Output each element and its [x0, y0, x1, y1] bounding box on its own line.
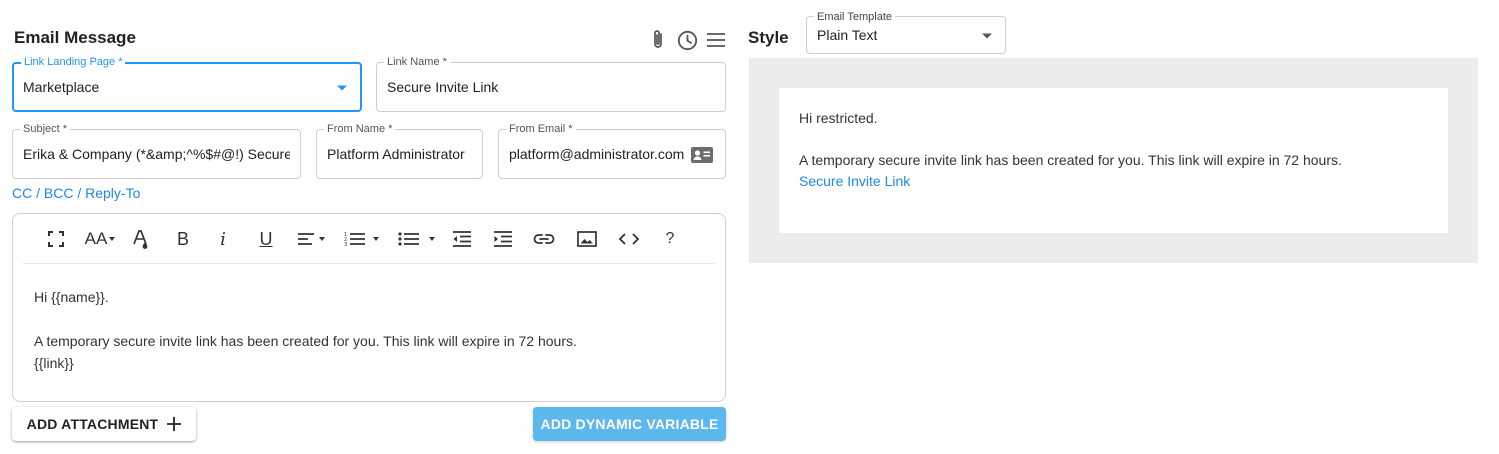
from-name-field[interactable]: From Name * Platform Administrator	[316, 123, 483, 179]
help-button[interactable]: ?	[663, 226, 677, 252]
from-email-label: From Email *	[506, 123, 576, 135]
font-size-button[interactable]: AA	[83, 226, 117, 252]
from-name-value: Platform Administrator	[327, 146, 465, 162]
from-email-value: platform@administrator.com	[509, 146, 685, 162]
subject-label: Subject *	[20, 123, 71, 135]
link-landing-page-value: Marketplace	[23, 79, 100, 95]
ordered-list-button[interactable]: 123	[341, 226, 381, 252]
add-dynamic-variable-button[interactable]: ADD DYNAMIC VARIABLE	[533, 407, 726, 441]
caret-down-icon	[372, 237, 379, 241]
email-message-title: Email Message	[14, 28, 136, 47]
cc-bcc-reply-to-link[interactable]: CC / BCC / Reply-To	[12, 185, 140, 201]
email-template-label: Email Template	[814, 11, 895, 23]
subject-value: Erika & Company (*&amp;^%$#@!) Secure I	[23, 146, 290, 162]
link-landing-page-select[interactable]: Link Landing Page * Marketplace	[12, 56, 362, 112]
bold-button[interactable]: B	[173, 226, 193, 252]
align-button[interactable]	[295, 226, 327, 252]
underline-button[interactable]: U	[256, 226, 276, 252]
caret-down-icon	[428, 237, 435, 241]
editor-line: Hi {{name}}.	[34, 289, 109, 305]
from-email-field[interactable]: From Email * platform@administrator.com	[498, 123, 726, 179]
image-icon[interactable]	[576, 226, 598, 252]
plus-icon	[167, 417, 182, 431]
chevron-down-icon	[337, 85, 347, 91]
svg-text:3: 3	[344, 242, 347, 247]
editor-line: A temporary secure invite link has been …	[34, 333, 577, 349]
from-name-label: From Name *	[324, 123, 396, 135]
style-title: Style	[748, 28, 789, 47]
italic-button[interactable]: i	[215, 226, 231, 252]
text-color-icon[interactable]	[131, 226, 151, 252]
contact-card-icon[interactable]	[691, 147, 713, 163]
preview-invite-link[interactable]: Secure Invite Link	[799, 173, 910, 189]
editor-content[interactable]: Hi {{name}}. A temporary secure invite l…	[34, 286, 577, 374]
menu-icon[interactable]	[706, 32, 726, 48]
editor-toolbar: AA B i U 123 ?	[23, 214, 715, 264]
clock-icon[interactable]	[677, 30, 698, 51]
preview-message: A temporary secure invite link has been …	[799, 152, 1342, 168]
add-attachment-button[interactable]: ADD ATTACHMENT	[12, 407, 196, 441]
email-preview-card: Hi restricted. A temporary secure invite…	[779, 88, 1448, 233]
indent-icon[interactable]	[492, 226, 514, 252]
add-attachment-label: ADD ATTACHMENT	[26, 416, 159, 432]
paperclip-icon[interactable]	[649, 29, 667, 51]
link-icon[interactable]	[533, 226, 555, 252]
fullscreen-icon[interactable]	[47, 226, 65, 252]
code-view-icon[interactable]	[617, 226, 641, 252]
font-size-label: AA	[84, 229, 108, 248]
email-template-select[interactable]: Email Template Plain Text	[806, 11, 1006, 54]
chevron-down-icon	[982, 33, 992, 39]
editor-line: {{link}}	[34, 355, 74, 371]
link-landing-page-label: Link Landing Page *	[21, 56, 126, 68]
link-name-label: Link Name *	[384, 56, 450, 68]
preview-greeting: Hi restricted.	[799, 110, 878, 126]
subject-field[interactable]: Subject * Erika & Company (*&amp;^%$#@!)…	[12, 123, 301, 179]
outdent-icon[interactable]	[451, 226, 473, 252]
unordered-list-button[interactable]	[395, 226, 437, 252]
caret-down-icon	[319, 237, 325, 241]
caret-down-icon	[109, 237, 116, 241]
link-name-value: Secure Invite Link	[387, 79, 499, 95]
email-template-value: Plain Text	[817, 27, 878, 43]
link-name-field[interactable]: Link Name * Secure Invite Link	[376, 56, 726, 112]
email-body-editor[interactable]: AA B i U 123 ? Hi {{name}}. A temporary …	[12, 213, 726, 402]
